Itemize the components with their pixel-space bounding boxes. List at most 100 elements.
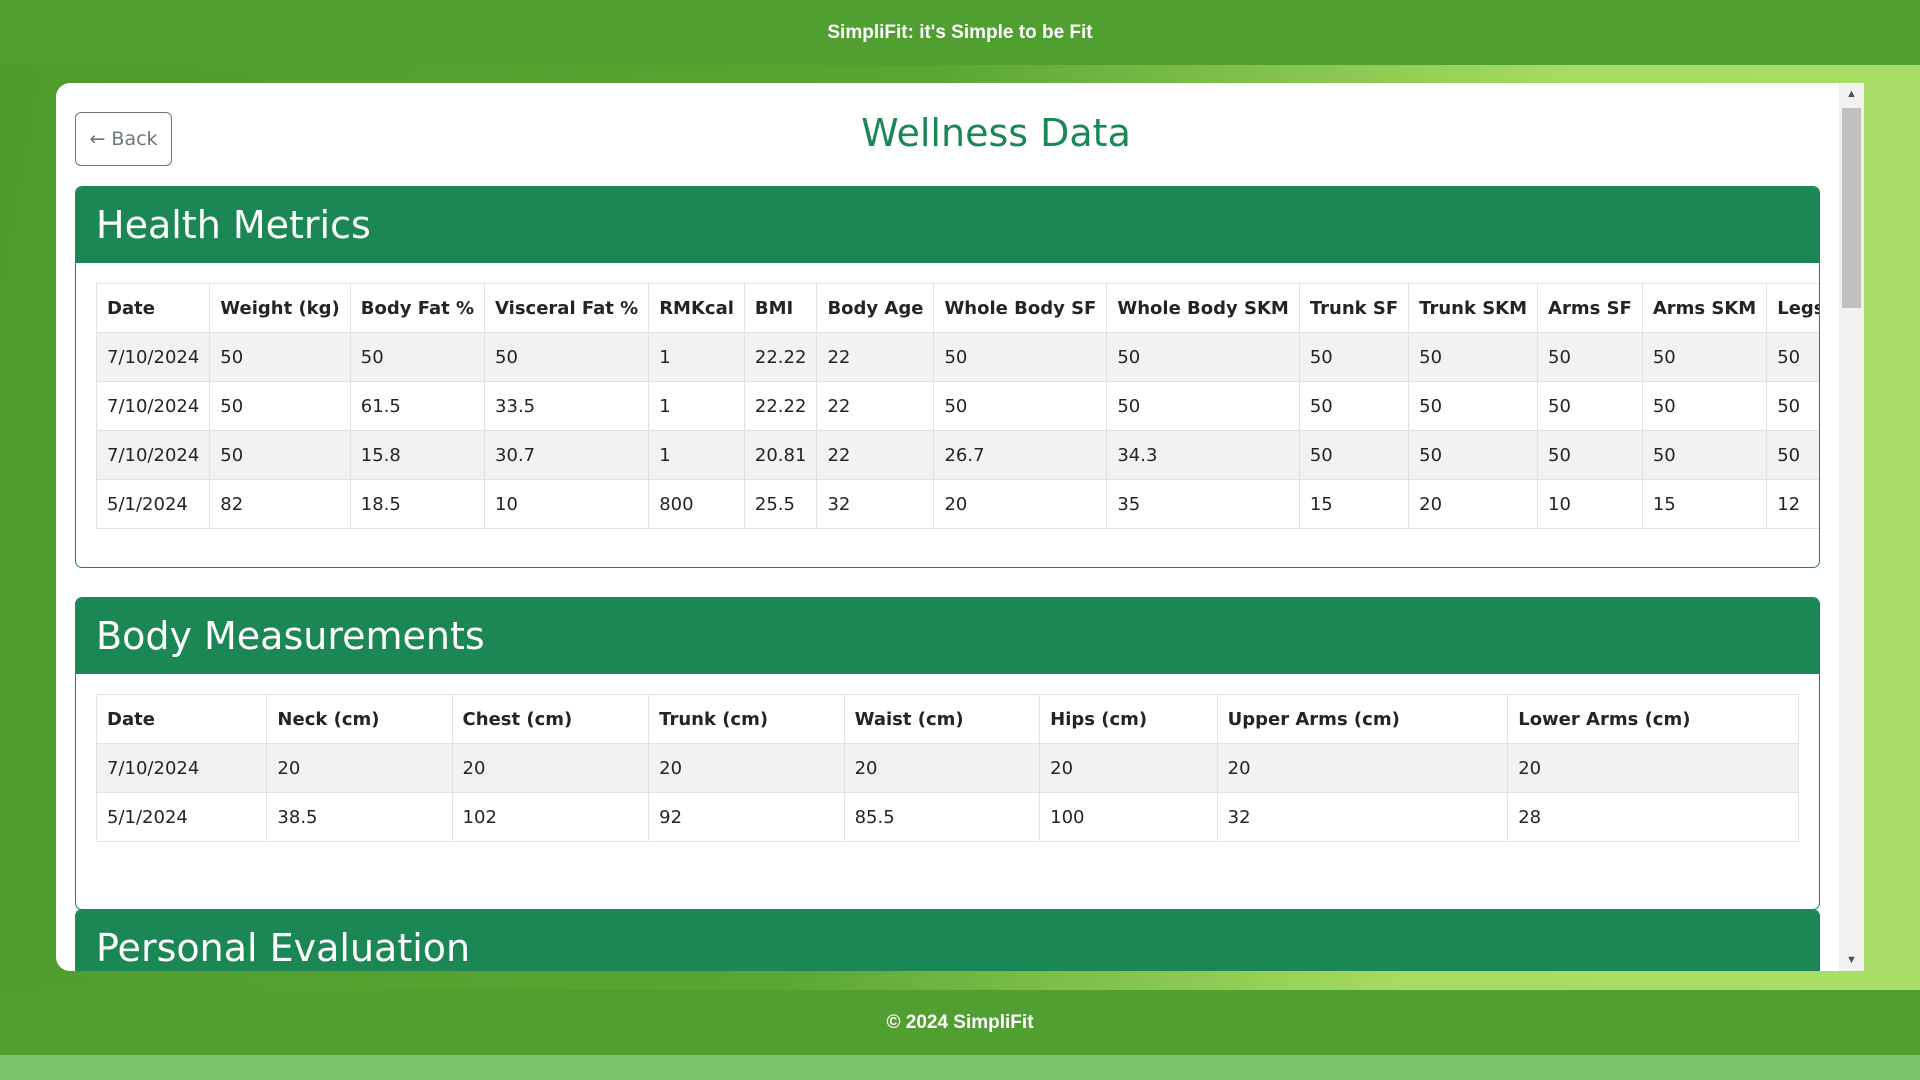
- table-cell: 7/10/2024: [95, 743, 268, 793]
- table-cell: 25.5: [743, 479, 818, 529]
- table-cell: 26.7: [933, 430, 1108, 480]
- body-measurements-header: Body Measurements: [76, 598, 1819, 674]
- table-cell: 50: [1641, 430, 1768, 480]
- table-cell: 50: [1766, 332, 1819, 382]
- table-cell: 50: [1298, 381, 1410, 431]
- table-cell: 50: [349, 332, 486, 382]
- table-cell: 5/1/2024: [95, 479, 211, 529]
- column-header: Trunk SKM: [1408, 283, 1539, 333]
- column-header: Weight (kg): [209, 283, 351, 333]
- table-cell: 32: [816, 479, 935, 529]
- app-footer: © 2024 SimpliFit: [0, 990, 1920, 1055]
- column-header: Date: [95, 694, 268, 744]
- table-cell: 50: [1106, 381, 1300, 431]
- scrollbar-thumb[interactable]: [1842, 108, 1861, 308]
- table-cell: 50: [1408, 332, 1539, 382]
- column-header: Hips (cm): [1039, 694, 1218, 744]
- column-header: Legs SF: [1766, 283, 1819, 333]
- table-cell: 22: [816, 332, 935, 382]
- table-cell: 82: [209, 479, 351, 529]
- table-cell: 22.22: [743, 381, 818, 431]
- personal-evaluation-header: Personal Evaluation: [76, 910, 1819, 971]
- table-cell: 22: [816, 381, 935, 431]
- table-cell: 20: [843, 743, 1041, 793]
- table-cell: 50: [484, 332, 650, 382]
- table-header-row: Date Neck (cm) Chest (cm) Trunk (cm) Waist (…: [95, 694, 1799, 744]
- table-cell: 1: [648, 332, 745, 382]
- main-panel: ← Back Wellness Data Health Metrics Date…: [56, 83, 1864, 971]
- table-cell: 38.5: [266, 792, 453, 842]
- table-cell: 50: [933, 381, 1108, 431]
- table-cell: 20: [451, 743, 650, 793]
- table-cell: 12: [1766, 479, 1819, 529]
- table-cell: 50: [209, 381, 351, 431]
- table-row: 7/10/2024 50 15.8 30.7 1 20.81 22 26.7 34.3 50 50 5…: [95, 430, 1819, 480]
- scroll-up-arrow-icon[interactable]: ▲: [1839, 83, 1864, 105]
- table-cell: 800: [648, 479, 745, 529]
- table-cell: 50: [1106, 332, 1300, 382]
- personal-evaluation-card: Personal Evaluation: [75, 909, 1820, 971]
- column-header: Neck (cm): [266, 694, 453, 744]
- column-header: Whole Body SF: [933, 283, 1108, 333]
- column-header: Whole Body SKM: [1106, 283, 1300, 333]
- table-row: 7/10/2024 50 61.5 33.5 1 22.22 22 50 50 50 50 50 50 5…: [95, 381, 1819, 431]
- vertical-scrollbar[interactable]: ▲ ▼: [1839, 83, 1864, 971]
- table-row: 7/10/2024 20 20 20 20 20 20 20: [95, 743, 1799, 793]
- column-header: Visceral Fat %: [484, 283, 650, 333]
- table-cell: 100: [1039, 792, 1218, 842]
- table-cell: 22.22: [743, 332, 818, 382]
- table-cell: 22: [816, 430, 935, 480]
- table-cell: 18.5: [349, 479, 486, 529]
- table-row: 7/10/2024505050122.22225050505050505050: [95, 332, 1819, 382]
- footer-text: © 2024 SimpliFit: [886, 1011, 1034, 1033]
- table-cell: 61.5: [349, 381, 486, 431]
- table-cell: 50: [1537, 430, 1643, 480]
- table-cell: 32: [1216, 792, 1509, 842]
- table-cell: 20: [648, 743, 845, 793]
- table-cell: 50: [1537, 381, 1643, 431]
- table-cell: 7/10/2024: [95, 381, 211, 431]
- table-cell: 50: [1408, 381, 1539, 431]
- table-cell: 1: [648, 381, 745, 431]
- table-row: 5/1/20248218.51080025.532203515201015121…: [95, 479, 1819, 529]
- table-cell: 30.7: [484, 430, 650, 480]
- table-cell: 50: [209, 430, 351, 480]
- column-header: Arms SKM: [1641, 283, 1768, 333]
- table-row: 5/1/2024 38.5 102 92 85.5 100 32 28: [95, 792, 1799, 842]
- scroll-down-arrow-icon[interactable]: ▼: [1839, 949, 1864, 971]
- table-cell: 20: [933, 479, 1108, 529]
- column-header: Waist (cm): [843, 694, 1041, 744]
- table-cell: 28: [1507, 792, 1799, 842]
- table-cell: 102: [451, 792, 650, 842]
- health-metrics-header: Health Metrics: [76, 187, 1819, 263]
- table-cell: 10: [484, 479, 650, 529]
- table-cell: 15: [1641, 479, 1768, 529]
- body-measurements-card: Body Measurements Date Neck (cm) Chest (cm…: [75, 597, 1820, 910]
- table-cell: 50: [1298, 430, 1410, 480]
- table-cell: 20.81: [743, 430, 818, 480]
- table-cell: 50: [1408, 430, 1539, 480]
- table-cell: 20: [1216, 743, 1509, 793]
- column-header: Body Age: [816, 283, 935, 333]
- health-metrics-table: Date Weight (kg) Body Fat % Visceral Fat % R…: [95, 283, 1819, 529]
- bottom-strip: [0, 1055, 1920, 1080]
- column-header: Lower Arms (cm): [1507, 694, 1799, 744]
- table-cell: 10: [1537, 479, 1643, 529]
- column-header: Chest (cm): [451, 694, 650, 744]
- table-cell: 50: [209, 332, 351, 382]
- table-cell: 34.3: [1106, 430, 1300, 480]
- table-cell: 15: [1298, 479, 1410, 529]
- column-header: Arms SF: [1537, 283, 1643, 333]
- table-cell: 20: [266, 743, 453, 793]
- table-cell: 1: [648, 430, 745, 480]
- table-cell: 50: [1641, 381, 1768, 431]
- column-header: Body Fat %: [349, 283, 486, 333]
- health-metrics-card: Health Metrics Date Weight (kg) Body Fat %…: [75, 186, 1820, 568]
- table-cell: 15.8: [349, 430, 486, 480]
- table-cell: 7/10/2024: [95, 332, 211, 382]
- column-header: Trunk SF: [1298, 283, 1410, 333]
- app-header: SimpliFit: it's Simple to be Fit: [0, 0, 1920, 65]
- column-header: Date: [95, 283, 211, 333]
- table-cell: 20: [1507, 743, 1799, 793]
- table-cell: 20: [1408, 479, 1539, 529]
